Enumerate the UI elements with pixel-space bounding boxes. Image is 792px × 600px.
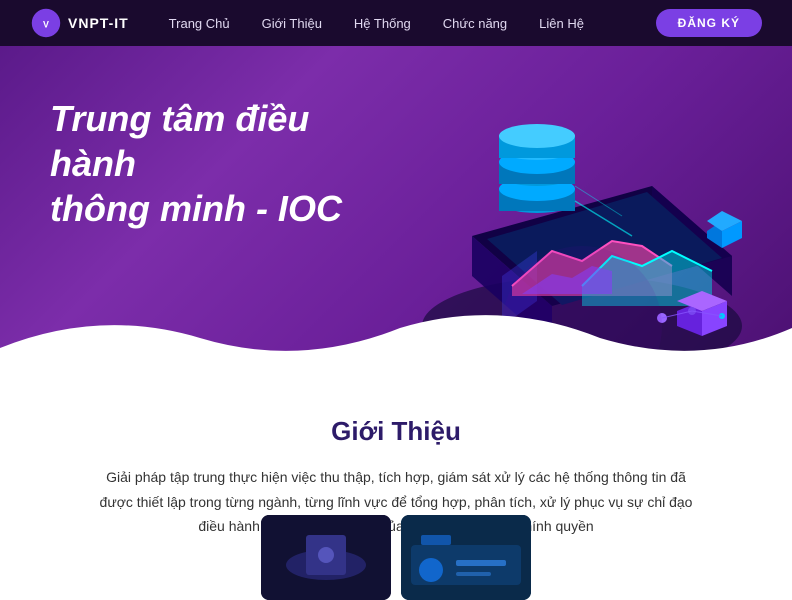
hero-title: Trung tâm điều hành thông minh - IOC — [50, 96, 370, 231]
intro-title: Giới Thiệu — [80, 416, 712, 447]
intro-section: Giới Thiệu Giải pháp tập trung thực hiện… — [0, 386, 792, 600]
bottom-thumbnails — [261, 515, 531, 600]
hero-title-line1: Trung tâm điều hành — [50, 98, 309, 184]
nav-links: Trang Chủ Giới Thiệu Hệ Thống Chức năng … — [169, 16, 656, 31]
register-button[interactable]: ĐĂNG KÝ — [656, 9, 762, 37]
nav-link-trang-chu[interactable]: Trang Chủ — [169, 16, 230, 31]
nav-link-chuc-nang[interactable]: Chức năng — [443, 16, 507, 31]
navbar: V VNPT-IT Trang Chủ Giới Thiệu Hệ Thống … — [0, 0, 792, 46]
svg-text:V: V — [43, 19, 49, 29]
hero-title-line2: thông minh - IOC — [50, 188, 342, 229]
hero-wave — [0, 308, 792, 386]
logo-icon: V — [30, 7, 62, 39]
thumbnail-1 — [261, 515, 391, 600]
logo-text: VNPT-IT — [68, 15, 129, 31]
thumbnail-2 — [401, 515, 531, 600]
nav-link-lien-he[interactable]: Liên Hệ — [539, 16, 584, 31]
nav-link-he-thong[interactable]: Hệ Thống — [354, 16, 411, 31]
logo-area[interactable]: V VNPT-IT — [30, 7, 129, 39]
nav-link-gioi-thieu[interactable]: Giới Thiệu — [262, 16, 322, 31]
hero-section: Trung tâm điều hành thông minh - IOC — [0, 46, 792, 386]
